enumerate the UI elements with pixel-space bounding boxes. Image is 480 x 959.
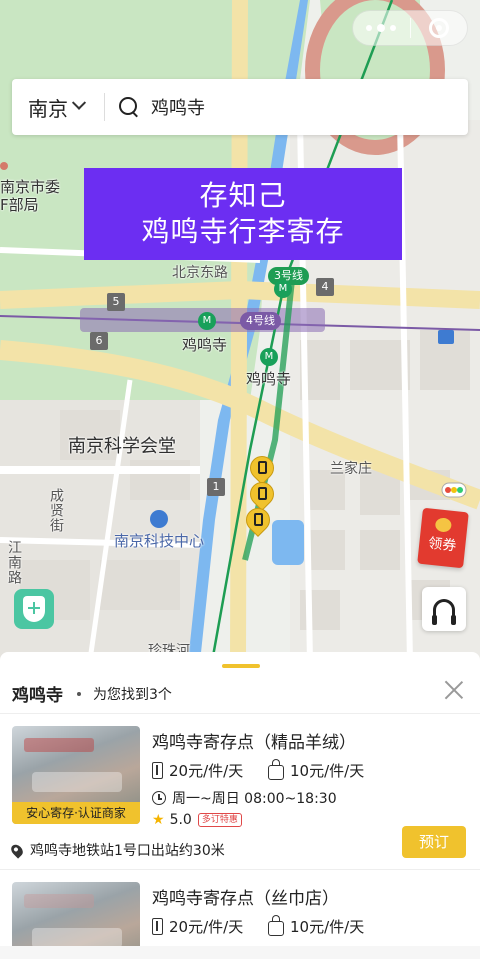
metro-line4-badge: 4号线 <box>240 312 281 330</box>
map-label-lanjiazhuang: 兰家庄 <box>330 461 372 477</box>
search-input[interactable]: 鸡鸣寺 <box>151 94 205 120</box>
insurance-shield-button[interactable] <box>14 589 54 629</box>
exit-5-badge: 5 <box>107 293 125 311</box>
listing-card[interactable]: 安心寄存·认证商家 鸡鸣寺寄存点（精品羊绒） 20元/件/天 10元/件/天 周… <box>0 726 480 866</box>
listing-name: 鸡鸣寺寄存点（精品羊绒） <box>152 733 356 753</box>
promo-badge: 多订特惠 <box>197 813 242 827</box>
exit-6-badge: 6 <box>90 332 108 350</box>
separator-dot <box>77 691 81 696</box>
map-label-committee-2: F部局 <box>0 196 39 214</box>
suitcase-icon <box>152 918 163 935</box>
drag-handle[interactable] <box>222 664 260 668</box>
metro-station-icon: M <box>274 280 292 298</box>
luggage-icon <box>254 513 263 526</box>
luggage-icon <box>258 487 267 500</box>
clock-icon <box>152 791 166 805</box>
listing-rating: ★ 5.0 多订特惠 <box>152 812 242 828</box>
listing-thumbnail <box>12 882 140 946</box>
listing-name: 鸡鸣寺寄存点（丝巾店） <box>152 889 339 909</box>
exit-1-badge: 1 <box>207 478 225 496</box>
bag-icon <box>268 759 284 780</box>
suitcase-price: 20元/件/天 <box>169 762 244 780</box>
suitcase-icon <box>152 762 163 779</box>
banner-line-2: 鸡鸣寺行李寄存 <box>141 215 345 248</box>
map-label-science-hall: 南京科学会堂 <box>68 436 176 457</box>
panel-header: 鸡鸣寺 为您找到3个 <box>0 674 480 714</box>
luggage-icon <box>258 461 267 474</box>
verified-tag: 安心寄存·认证商家 <box>12 802 140 824</box>
map-label-jimingsi-station: 鸡鸣寺 <box>246 370 292 388</box>
shield-plus-icon <box>23 596 45 622</box>
suitcase-price: 20元/件/天 <box>169 918 244 936</box>
storage-pin[interactable] <box>241 503 275 538</box>
search-icon <box>119 97 139 117</box>
rating-value: 5.0 <box>169 812 192 828</box>
search-divider <box>104 93 105 121</box>
bottom-edge <box>0 946 480 959</box>
listing-card[interactable]: 鸡鸣寺寄存点（丝巾店） 20元/件/天 10元/件/天 <box>0 882 480 946</box>
metro-station-icon: M <box>260 348 278 366</box>
close-icon[interactable] <box>444 680 464 700</box>
exit-4-badge: 4 <box>316 278 334 296</box>
panel-title: 鸡鸣寺 <box>12 686 63 706</box>
coupon-label: 领券 <box>427 535 458 555</box>
card-divider <box>0 869 480 870</box>
result-count: 为您找到3个 <box>93 686 172 703</box>
map-label-jimingsi: 鸡鸣寺 <box>182 336 228 354</box>
more-dots-icon[interactable] <box>353 24 410 32</box>
listing-prices: 20元/件/天 10元/件/天 <box>152 915 384 937</box>
book-button[interactable]: 预订 <box>402 826 466 858</box>
bag-icon <box>268 915 284 936</box>
chevron-down-icon <box>71 95 87 110</box>
bag-price: 10元/件/天 <box>290 762 365 780</box>
map-label-science-center: 南京科技中心 <box>114 532 205 550</box>
listing-address: 鸡鸣寺地铁站1号口出站约30米 <box>8 840 225 860</box>
close-circle-icon[interactable] <box>410 18 467 38</box>
map-label-jiangnan-road: 江南路 <box>6 540 22 585</box>
promo-banner: 存知己 鸡鸣寺行李寄存 <box>84 168 402 260</box>
banner-line-1: 存知己 <box>199 179 287 212</box>
listing-prices: 20元/件/天 10元/件/天 <box>152 759 384 781</box>
customer-service-button[interactable] <box>422 587 466 631</box>
listing-thumbnail: 安心寄存·认证商家 <box>12 726 140 824</box>
hours-text: 周一~周日 08:00~18:30 <box>172 791 337 807</box>
address-text: 鸡鸣寺地铁站1号口出站约30米 <box>30 843 225 859</box>
headset-icon <box>432 599 456 625</box>
miniapp-capsule <box>352 10 468 46</box>
city-selector[interactable]: 南京 <box>12 79 104 135</box>
location-pin-icon <box>8 841 26 859</box>
listing-hours: 周一~周日 08:00~18:30 <box>152 788 337 808</box>
search-bar: 南京 鸡鸣寺 <box>12 79 468 135</box>
coupon-red-packet[interactable]: 领券 <box>417 507 469 569</box>
star-icon: ★ <box>152 812 165 828</box>
map-label-beijing-east-road: 北京东路 <box>172 265 228 281</box>
bag-price: 10元/件/天 <box>290 918 365 936</box>
map-label-chengxian-street: 成贤街 <box>48 488 64 533</box>
city-label: 南京 <box>28 96 68 121</box>
metro-station-icon: M <box>198 312 216 330</box>
